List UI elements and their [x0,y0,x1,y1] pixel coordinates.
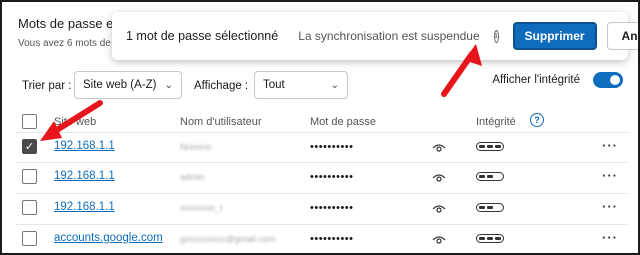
annotation-arrows [40,44,482,141]
password-manager-window: Mots de passe enre Vous avez 6 mots de 1… [0,0,640,255]
arrow-to-row-checkbox [40,100,103,141]
arrow-to-delete-button [441,44,482,97]
